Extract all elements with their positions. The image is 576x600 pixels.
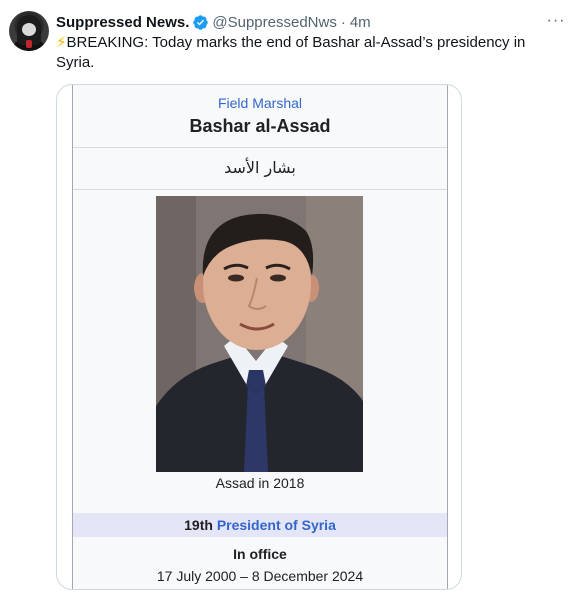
office-title-link: President of Syria: [216, 517, 336, 533]
tweet-header: Suppressed News. @SuppressedNws · 4m: [56, 12, 371, 32]
tweet[interactable]: Suppressed News. @SuppressedNws · 4m ···…: [0, 0, 576, 600]
infobox-native-name-row: بشار الأسد: [73, 147, 447, 190]
handle[interactable]: @SuppressedNws: [212, 14, 336, 31]
timestamp[interactable]: 4m: [350, 14, 371, 31]
separator-dot: ·: [340, 13, 346, 31]
office-ordinal: 19th: [184, 517, 213, 533]
avatar-red-patch: [26, 40, 32, 48]
infobox-title-row: Field Marshal Bashar al-Assad: [73, 85, 447, 148]
arabic-name: بشار الأسد: [224, 158, 296, 177]
tweet-text: ⚡BREAKING: Today marks the end of Bashar…: [56, 33, 556, 73]
display-name[interactable]: Suppressed News.: [56, 14, 189, 31]
term-dates: 17 July 2000 – 8 December 2024: [156, 568, 364, 584]
more-options-icon[interactable]: ···: [546, 12, 566, 30]
avatar-face: [22, 23, 36, 36]
rank-link: Field Marshal: [217, 95, 303, 111]
photo-caption: Assad in 2018: [215, 475, 305, 491]
media-card[interactable]: Field Marshal Bashar al-Assad بشار الأسد: [56, 84, 462, 590]
avatar[interactable]: [9, 11, 49, 51]
verified-badge-icon[interactable]: [192, 14, 209, 31]
lightning-bolt-icon: ⚡: [56, 34, 67, 51]
person-name: Bashar al-Assad: [189, 116, 331, 136]
wikipedia-infobox: Field Marshal Bashar al-Assad بشار الأسد: [72, 85, 448, 589]
tweet-body: BREAKING: Today marks the end of Bashar …: [56, 34, 526, 71]
portrait-photo: [156, 196, 363, 472]
in-office-label: In office: [233, 546, 287, 562]
office-header: 19th President of Syria: [73, 513, 447, 537]
